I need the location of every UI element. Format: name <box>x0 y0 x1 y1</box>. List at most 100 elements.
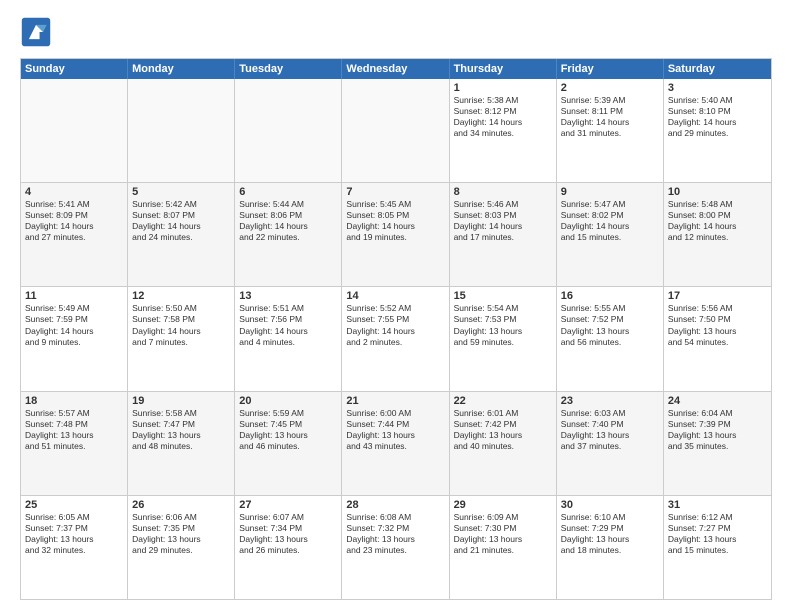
header-day-wednesday: Wednesday <box>342 59 449 79</box>
logo-icon <box>20 16 52 48</box>
cell-info-line: and 17 minutes. <box>454 232 552 243</box>
calendar-cell: 29Sunrise: 6:09 AMSunset: 7:30 PMDayligh… <box>450 496 557 599</box>
calendar-cell: 28Sunrise: 6:08 AMSunset: 7:32 PMDayligh… <box>342 496 449 599</box>
day-number: 26 <box>132 499 230 511</box>
cell-info-line: and 43 minutes. <box>346 441 444 452</box>
cell-info-line: Sunset: 8:11 PM <box>561 106 659 117</box>
cell-info-line: and 59 minutes. <box>454 337 552 348</box>
day-number: 20 <box>239 395 337 407</box>
cell-info-line: Sunrise: 5:44 AM <box>239 199 337 210</box>
day-number: 7 <box>346 186 444 198</box>
cell-info-line: and 34 minutes. <box>454 128 552 139</box>
calendar-cell <box>342 79 449 182</box>
cell-info-line: Sunset: 7:32 PM <box>346 523 444 534</box>
calendar-cell: 17Sunrise: 5:56 AMSunset: 7:50 PMDayligh… <box>664 287 771 390</box>
calendar-cell: 30Sunrise: 6:10 AMSunset: 7:29 PMDayligh… <box>557 496 664 599</box>
day-number: 12 <box>132 290 230 302</box>
cell-info-line: Sunset: 7:37 PM <box>25 523 123 534</box>
cell-info-line: Daylight: 14 hours <box>132 221 230 232</box>
calendar-cell: 9Sunrise: 5:47 AMSunset: 8:02 PMDaylight… <box>557 183 664 286</box>
cell-info-line: Daylight: 13 hours <box>561 534 659 545</box>
day-number: 29 <box>454 499 552 511</box>
calendar-cell: 5Sunrise: 5:42 AMSunset: 8:07 PMDaylight… <box>128 183 235 286</box>
cell-info-line: Sunrise: 5:52 AM <box>346 303 444 314</box>
cell-info-line: and 26 minutes. <box>239 545 337 556</box>
calendar-cell: 21Sunrise: 6:00 AMSunset: 7:44 PMDayligh… <box>342 392 449 495</box>
cell-info-line: Daylight: 13 hours <box>25 430 123 441</box>
calendar-cell: 27Sunrise: 6:07 AMSunset: 7:34 PMDayligh… <box>235 496 342 599</box>
calendar-cell: 15Sunrise: 5:54 AMSunset: 7:53 PMDayligh… <box>450 287 557 390</box>
header-day-tuesday: Tuesday <box>235 59 342 79</box>
calendar-cell: 2Sunrise: 5:39 AMSunset: 8:11 PMDaylight… <box>557 79 664 182</box>
cell-info-line: and 54 minutes. <box>668 337 767 348</box>
cell-info-line: Sunrise: 5:40 AM <box>668 95 767 106</box>
day-number: 23 <box>561 395 659 407</box>
cell-info-line: Daylight: 13 hours <box>132 430 230 441</box>
day-number: 25 <box>25 499 123 511</box>
calendar-cell: 1Sunrise: 5:38 AMSunset: 8:12 PMDaylight… <box>450 79 557 182</box>
day-number: 14 <box>346 290 444 302</box>
day-number: 21 <box>346 395 444 407</box>
cell-info-line: Sunset: 8:03 PM <box>454 210 552 221</box>
cell-info-line: and 18 minutes. <box>561 545 659 556</box>
header <box>20 16 772 48</box>
cell-info-line: Sunset: 7:47 PM <box>132 419 230 430</box>
cell-info-line: Daylight: 13 hours <box>454 430 552 441</box>
cell-info-line: Sunrise: 5:45 AM <box>346 199 444 210</box>
cell-info-line: and 48 minutes. <box>132 441 230 452</box>
day-number: 3 <box>668 82 767 94</box>
calendar-cell: 23Sunrise: 6:03 AMSunset: 7:40 PMDayligh… <box>557 392 664 495</box>
calendar-row-2: 11Sunrise: 5:49 AMSunset: 7:59 PMDayligh… <box>21 286 771 390</box>
day-number: 1 <box>454 82 552 94</box>
cell-info-line: Sunrise: 6:04 AM <box>668 408 767 419</box>
cell-info-line: Sunrise: 6:03 AM <box>561 408 659 419</box>
day-number: 18 <box>25 395 123 407</box>
cell-info-line: Sunrise: 5:46 AM <box>454 199 552 210</box>
cell-info-line: and 4 minutes. <box>239 337 337 348</box>
cell-info-line: Sunset: 8:10 PM <box>668 106 767 117</box>
cell-info-line: Sunrise: 5:47 AM <box>561 199 659 210</box>
day-number: 19 <box>132 395 230 407</box>
cell-info-line: and 29 minutes. <box>132 545 230 556</box>
cell-info-line: Sunset: 7:56 PM <box>239 314 337 325</box>
cell-info-line: Sunrise: 5:51 AM <box>239 303 337 314</box>
cell-info-line: Sunset: 7:39 PM <box>668 419 767 430</box>
cell-info-line: and 35 minutes. <box>668 441 767 452</box>
cell-info-line: Daylight: 14 hours <box>454 117 552 128</box>
cell-info-line: and 46 minutes. <box>239 441 337 452</box>
cell-info-line: Daylight: 13 hours <box>454 534 552 545</box>
cell-info-line: Sunset: 8:05 PM <box>346 210 444 221</box>
cell-info-line: Daylight: 13 hours <box>668 430 767 441</box>
cell-info-line: and 7 minutes. <box>132 337 230 348</box>
cell-info-line: Sunrise: 6:06 AM <box>132 512 230 523</box>
cell-info-line: and 24 minutes. <box>132 232 230 243</box>
cell-info-line: and 15 minutes. <box>561 232 659 243</box>
cell-info-line: Daylight: 13 hours <box>346 534 444 545</box>
cell-info-line: Sunrise: 5:57 AM <box>25 408 123 419</box>
cell-info-line: and 21 minutes. <box>454 545 552 556</box>
cell-info-line: Daylight: 13 hours <box>132 534 230 545</box>
cell-info-line: Sunrise: 5:54 AM <box>454 303 552 314</box>
cell-info-line: Sunset: 7:50 PM <box>668 314 767 325</box>
day-number: 6 <box>239 186 337 198</box>
cell-info-line: Sunrise: 6:00 AM <box>346 408 444 419</box>
cell-info-line: Sunset: 7:52 PM <box>561 314 659 325</box>
cell-info-line: and 51 minutes. <box>25 441 123 452</box>
cell-info-line: Daylight: 14 hours <box>25 326 123 337</box>
day-number: 8 <box>454 186 552 198</box>
cell-info-line: Sunset: 7:42 PM <box>454 419 552 430</box>
day-number: 11 <box>25 290 123 302</box>
header-day-friday: Friday <box>557 59 664 79</box>
cell-info-line: and 31 minutes. <box>561 128 659 139</box>
calendar-cell: 26Sunrise: 6:06 AMSunset: 7:35 PMDayligh… <box>128 496 235 599</box>
cell-info-line: Sunrise: 5:50 AM <box>132 303 230 314</box>
cell-info-line: Sunrise: 6:12 AM <box>668 512 767 523</box>
calendar-cell: 18Sunrise: 5:57 AMSunset: 7:48 PMDayligh… <box>21 392 128 495</box>
cell-info-line: Sunrise: 5:39 AM <box>561 95 659 106</box>
calendar-row-1: 4Sunrise: 5:41 AMSunset: 8:09 PMDaylight… <box>21 182 771 286</box>
cell-info-line: Sunset: 8:12 PM <box>454 106 552 117</box>
day-number: 13 <box>239 290 337 302</box>
cell-info-line: Sunrise: 6:07 AM <box>239 512 337 523</box>
cell-info-line: Daylight: 13 hours <box>668 326 767 337</box>
cell-info-line: Sunset: 7:55 PM <box>346 314 444 325</box>
